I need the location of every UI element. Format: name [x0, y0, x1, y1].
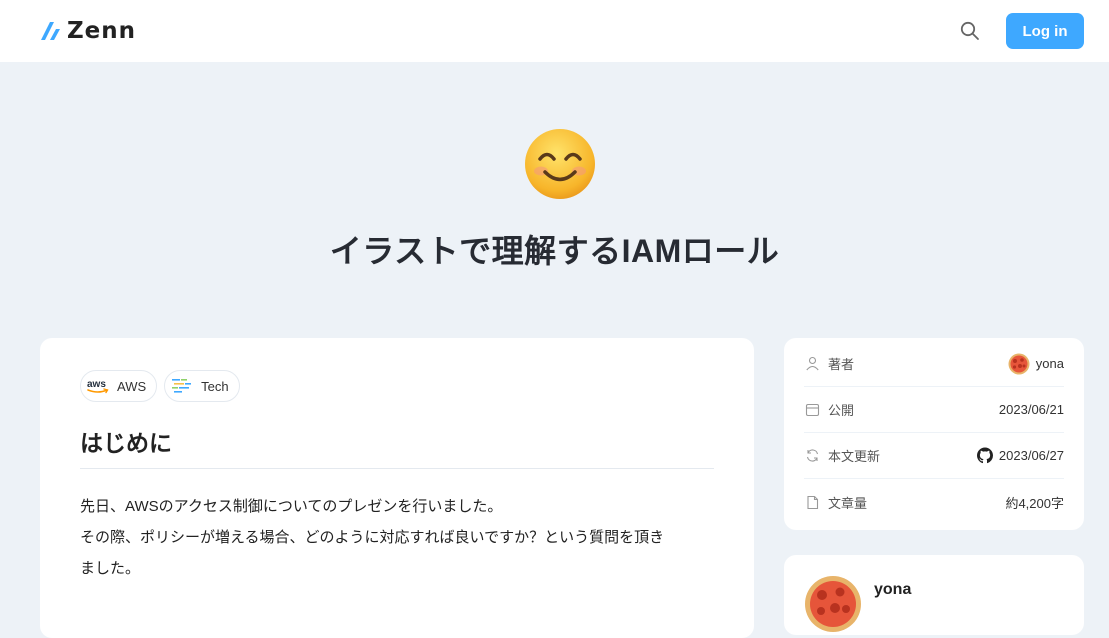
document-icon	[804, 494, 820, 510]
author-avatar[interactable]	[804, 575, 862, 633]
topic-aws[interactable]: aws AWS	[80, 370, 158, 402]
login-button[interactable]: Log in	[1006, 13, 1084, 49]
author-link[interactable]: yona	[1008, 353, 1064, 375]
info-row-author: 著者 yona	[804, 341, 1064, 387]
topic-label: Tech	[201, 378, 229, 394]
search-button[interactable]	[958, 19, 982, 43]
paragraph-line: その際、ポリシーが増える場合、どのように対応すれば良いですか？という質問を頂き	[80, 529, 665, 546]
svg-text:aws: aws	[87, 379, 106, 390]
topic-tech[interactable]: Tech	[164, 370, 240, 402]
avatar	[1008, 353, 1030, 375]
published-date: 2023/06/21	[998, 402, 1064, 417]
user-icon	[804, 356, 820, 372]
author-card: yona	[784, 555, 1084, 635]
info-label: 本文更新	[828, 449, 881, 464]
article-length: 約4,200字	[1005, 495, 1064, 511]
info-label: 著者	[828, 357, 855, 372]
paragraph-line: ました。	[80, 560, 141, 577]
zenn-logo-icon	[41, 22, 60, 40]
article-info-card: 著者 yona 公開 2023/06/21 本文更新 2023/06/27 文章…	[784, 338, 1084, 530]
calendar-icon	[804, 402, 820, 418]
section-heading: はじめに	[80, 424, 714, 469]
logo-text: Zenn	[67, 18, 137, 44]
site-header: Zenn Log in	[0, 0, 1109, 62]
info-row-published: 公開 2023/06/21	[804, 387, 1064, 433]
search-icon	[960, 21, 979, 40]
github-history-link[interactable]: 2023/06/27	[976, 447, 1064, 464]
updated-date: 2023/06/27	[998, 448, 1064, 463]
refresh-icon	[804, 448, 820, 464]
info-label: 公開	[828, 403, 855, 418]
info-row-length: 文章量 約4,200字	[804, 479, 1064, 525]
author-name: yona	[1035, 356, 1064, 371]
topic-label: AWS	[117, 378, 147, 394]
github-icon	[976, 447, 993, 464]
article-card: aws AWS Tech はじめに 先日、AWSのアクセス制御についてのプレゼン…	[40, 338, 754, 638]
aws-icon: aws	[86, 374, 110, 398]
author-card-name[interactable]: yona	[874, 581, 911, 599]
info-row-updated: 本文更新 2023/06/27	[804, 433, 1064, 479]
header-actions: Log in	[958, 13, 1084, 49]
zenn-logo[interactable]: Zenn	[40, 18, 136, 44]
paragraph-line: 先日、AWSのアクセス制御についてのプレゼンを行いました。	[80, 498, 503, 515]
info-label: 文章量	[828, 495, 868, 511]
article-body: 先日、AWSのアクセス制御についてのプレゼンを行いました。 その際、ポリシーが増…	[80, 491, 714, 584]
tech-icon	[170, 374, 194, 398]
smiling-face-icon	[523, 127, 597, 201]
topic-list: aws AWS Tech	[80, 370, 714, 402]
article-title: イラストで理解するIAMロール	[329, 233, 780, 269]
